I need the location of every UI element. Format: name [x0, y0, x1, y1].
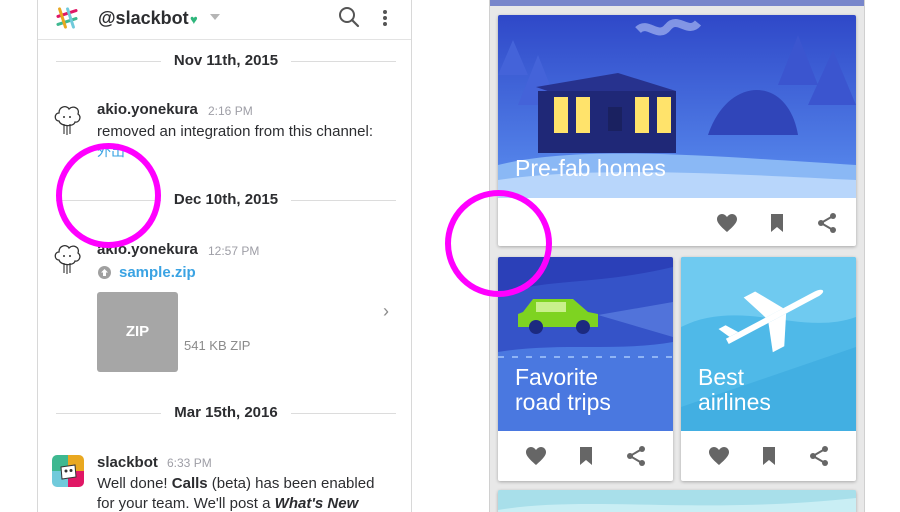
- bookmark-icon[interactable]: [765, 211, 789, 235]
- slackbot-avatar[interactable]: [52, 455, 84, 487]
- message-timestamp: 6:33 PM: [167, 456, 212, 470]
- card-image: [498, 490, 856, 512]
- file-name-link[interactable]: sample.zip: [119, 264, 196, 281]
- heart-icon[interactable]: [715, 211, 739, 235]
- chevron-right-icon[interactable]: ›: [383, 301, 389, 322]
- channel-title[interactable]: @slackbot: [98, 8, 189, 29]
- message-author[interactable]: slackbot: [97, 454, 158, 471]
- card-partial[interactable]: [498, 490, 856, 512]
- heart-icon[interactable]: [524, 444, 548, 468]
- share-icon[interactable]: [624, 444, 648, 468]
- card-actions: [498, 431, 673, 481]
- more-options-icon[interactable]: [382, 8, 388, 28]
- upload-icon: [98, 266, 111, 279]
- channel-dropdown-icon[interactable]: [210, 14, 220, 20]
- card-title: Best airlines: [698, 364, 771, 415]
- presence-heart-icon: ♥: [190, 12, 198, 27]
- message-timestamp: 2:16 PM: [208, 104, 253, 118]
- card-best-airlines[interactable]: Best airlines: [681, 257, 856, 481]
- message-text: removed an integration from this channel…: [97, 123, 373, 140]
- share-icon[interactable]: [815, 211, 839, 235]
- annotation-circle: [445, 190, 552, 297]
- date-separator: Nov 11th, 2015: [56, 51, 396, 71]
- annotation-circle: [56, 143, 161, 248]
- card-prefab-homes[interactable]: Pre-fab homes: [498, 15, 856, 246]
- app-bar: [490, 0, 864, 6]
- slack-logo-icon[interactable]: [54, 5, 80, 31]
- bookmark-icon[interactable]: [757, 444, 781, 468]
- card-title: Favorite road trips: [515, 364, 611, 415]
- search-icon[interactable]: [338, 6, 360, 28]
- message-timestamp: 12:57 PM: [208, 244, 260, 258]
- message-author[interactable]: akio.yonekura: [97, 101, 198, 118]
- user-avatar[interactable]: [53, 103, 81, 137]
- slack-chat-panel: @slackbot ♥ Nov 11th, 2015 akio.yonekura…: [37, 0, 412, 512]
- card-favorite-road-trips[interactable]: Favorite road trips: [498, 257, 673, 481]
- file-thumbnail[interactable]: ZIP: [97, 292, 178, 372]
- message-text: Well done! Calls (beta) has been enabled…: [97, 475, 375, 512]
- user-avatar[interactable]: [53, 242, 81, 276]
- screenshot: @slackbot ♥ Nov 11th, 2015 akio.yonekura…: [0, 0, 900, 512]
- share-icon[interactable]: [807, 444, 831, 468]
- bookmark-icon[interactable]: [574, 444, 598, 468]
- chat-header: @slackbot ♥: [38, 0, 411, 40]
- date-label: Mar 15th, 2016: [174, 404, 278, 421]
- date-label: Nov 11th, 2015: [173, 52, 279, 69]
- heart-icon[interactable]: [707, 444, 731, 468]
- file-size: 541 KB ZIP: [184, 338, 251, 353]
- card-actions: [681, 431, 856, 481]
- date-separator: Mar 15th, 2016: [56, 403, 396, 423]
- card-title: Pre-fab homes: [515, 155, 666, 181]
